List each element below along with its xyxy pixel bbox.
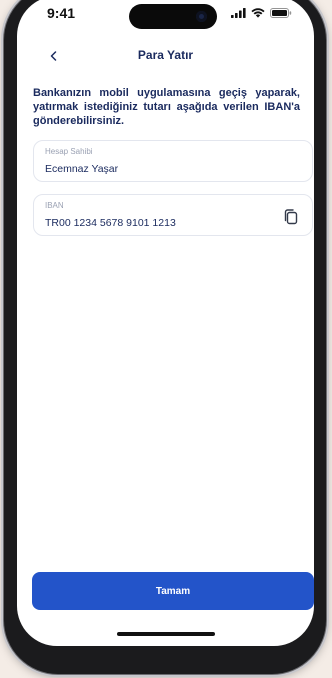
status-icons — [231, 8, 292, 18]
copy-iban-button[interactable] — [282, 208, 300, 226]
status-time: 9:41 — [47, 5, 76, 21]
status-bar: 9:41 — [17, 0, 314, 40]
phone-screen: 9:41 Para Yatır Bankanızın mobil uygulam… — [17, 0, 314, 646]
signal-icon — [231, 8, 246, 18]
iban-value: TR00 1234 5678 9101 1213 — [45, 217, 176, 229]
phone-frame: 9:41 Para Yatır Bankanızın mobil uygulam… — [4, 0, 326, 674]
iban-label: IBAN — [45, 201, 64, 210]
dynamic-island — [129, 4, 217, 29]
wifi-icon — [251, 8, 265, 18]
iban-field[interactable]: IBAN TR00 1234 5678 9101 1213 — [33, 194, 313, 236]
confirm-button[interactable]: Tamam — [32, 572, 314, 610]
page-title: Para Yatır — [137, 48, 194, 62]
home-indicator[interactable] — [117, 632, 215, 636]
account-holder-value: Ecemnaz Yaşar — [45, 163, 119, 175]
info-text: Bankanızın mobil uygulamasına geçiş yapa… — [33, 87, 300, 127]
account-holder-label: Hesap Sahibi — [45, 147, 93, 156]
nav-bar: Para Yatır — [17, 40, 314, 72]
camera-icon — [196, 11, 207, 22]
battery-icon — [270, 8, 292, 18]
copy-icon — [284, 209, 298, 225]
account-holder-field[interactable]: Hesap Sahibi Ecemnaz Yaşar — [33, 140, 313, 182]
